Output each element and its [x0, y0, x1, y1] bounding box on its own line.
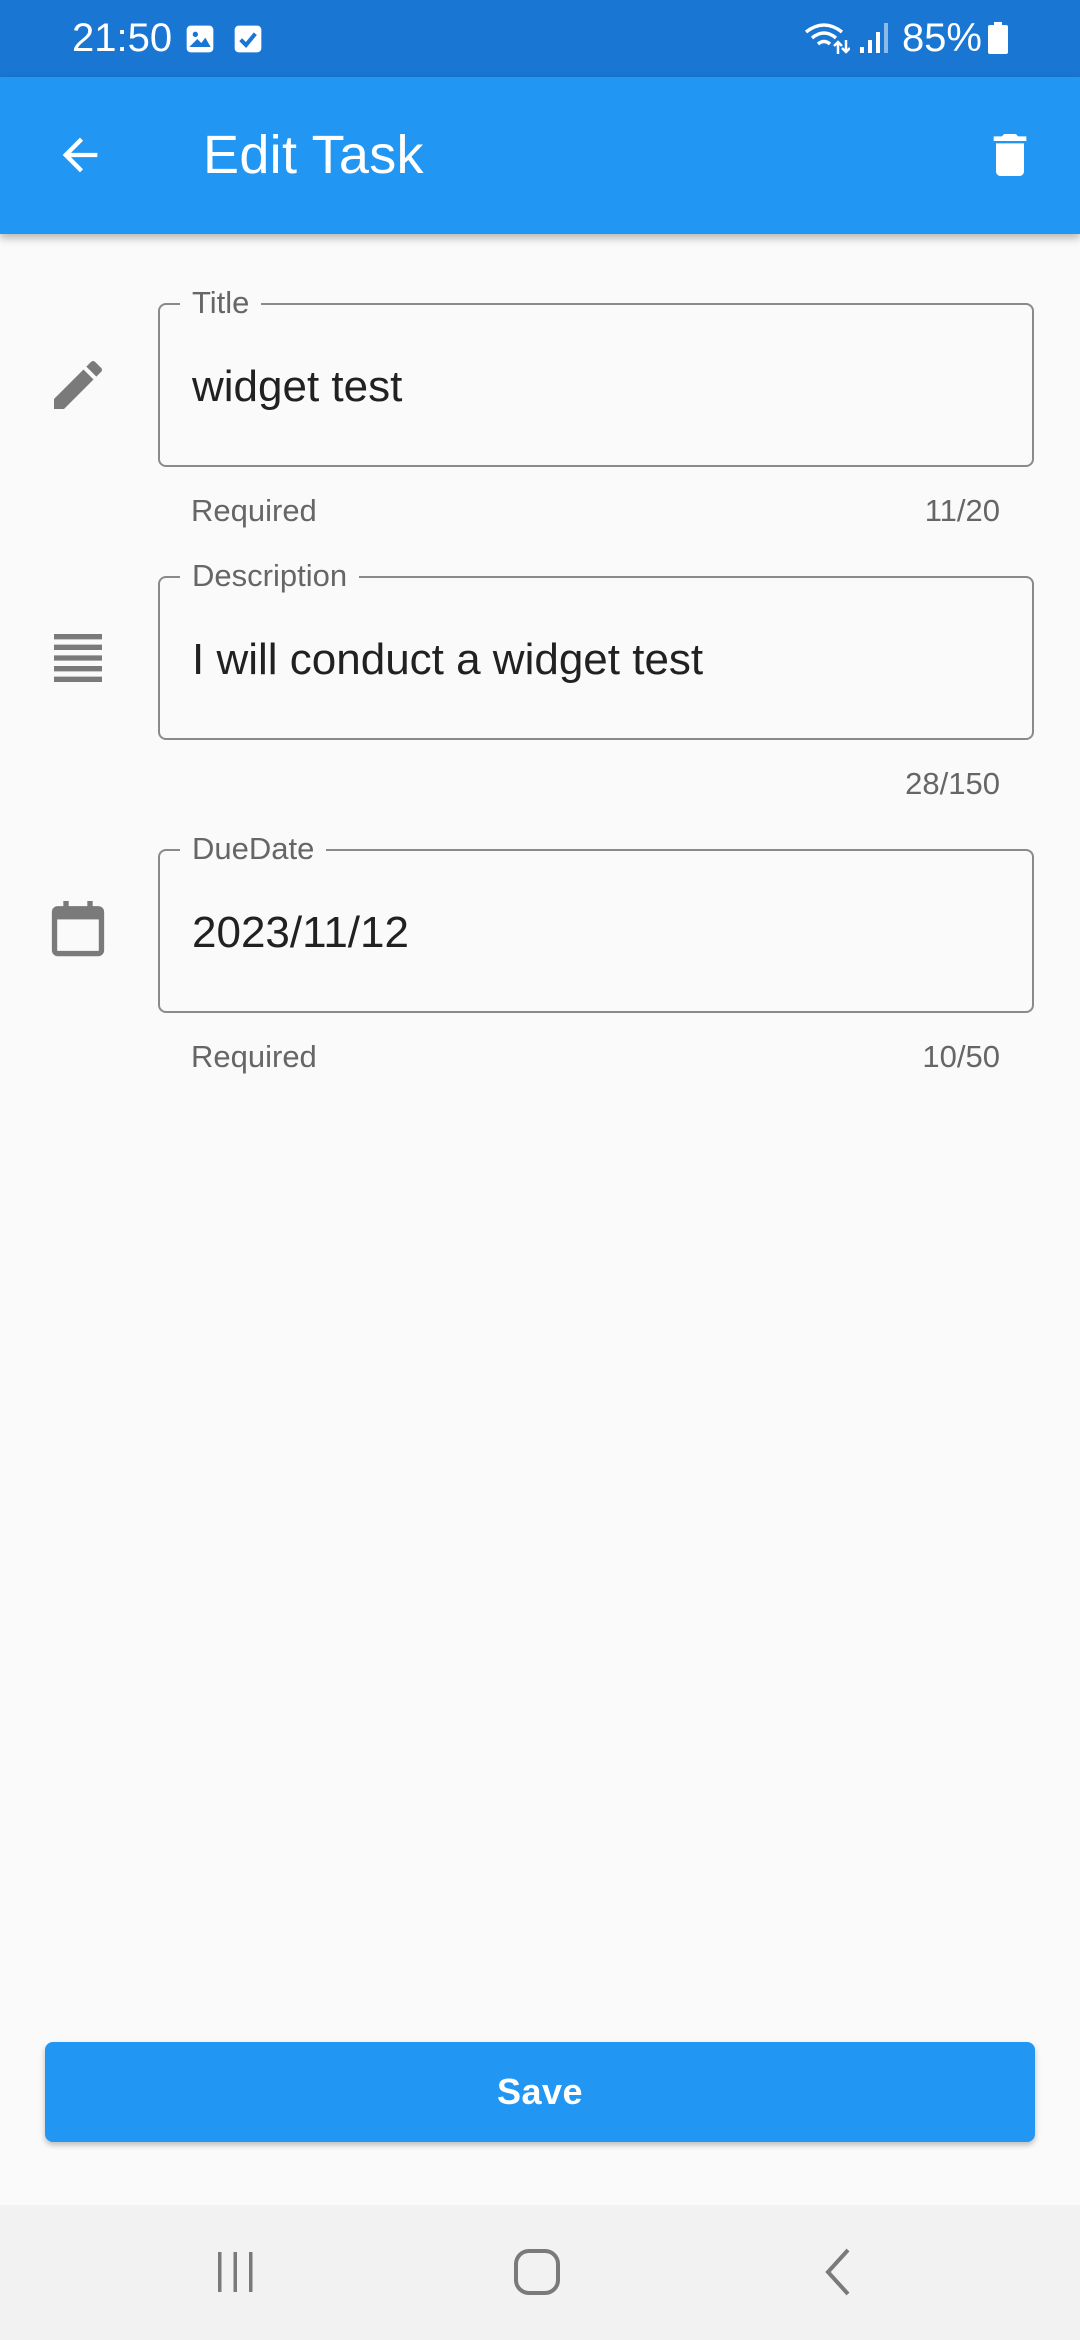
recent-apps-icon [218, 2252, 253, 2292]
due-date-helper-text: Required [191, 1039, 317, 1074]
title-label: Title [180, 285, 262, 321]
battery-percentage: 85% [901, 16, 982, 60]
description-char-counter: 28/150 [905, 766, 1000, 801]
status-bar: 21:50 85% [0, 0, 1080, 77]
nav-back-button[interactable] [800, 2240, 880, 2304]
due-date-field-row: DueDate 2023/11/12 Required 10/50 [0, 831, 1080, 1109]
due-date-label: DueDate [180, 831, 327, 867]
recent-apps-button[interactable] [195, 2240, 275, 2304]
wifi-icon [804, 23, 850, 54]
due-date-input[interactable]: DueDate 2023/11/12 [158, 831, 1034, 1013]
notes-icon [54, 634, 102, 682]
title-field-row: Title widget test Required 11/20 [0, 285, 1080, 563]
signal-icon [859, 23, 888, 53]
due-date-char-counter: 10/50 [922, 1039, 1000, 1074]
pencil-icon [54, 360, 103, 409]
description-input[interactable]: Description I will conduct a widget test [158, 558, 1034, 740]
page-title: Edit Task [203, 125, 424, 185]
title-helper-text: Required [191, 493, 317, 528]
calendar-icon [51, 901, 105, 957]
title-value: widget test [192, 362, 403, 411]
title-char-counter: 11/20 [924, 493, 1000, 528]
system-nav-bar [0, 2205, 1080, 2340]
app-bar: Edit Task [0, 77, 1080, 234]
battery-icon [988, 22, 1008, 54]
image-icon [186, 25, 214, 53]
home-button[interactable] [497, 2240, 577, 2304]
save-button[interactable]: Save [45, 2042, 1035, 2142]
trash-icon [993, 134, 1027, 176]
back-button[interactable] [48, 117, 112, 193]
due-date-value: 2023/11/12 [192, 908, 409, 957]
back-icon [825, 2248, 850, 2296]
status-indicators: 85% [804, 16, 1008, 60]
home-icon [514, 2249, 560, 2295]
description-field-row: Description I will conduct a widget test… [0, 558, 1080, 836]
check-square-icon [234, 25, 262, 53]
arrow-back-icon [62, 137, 98, 173]
title-input[interactable]: Title widget test [158, 285, 1034, 467]
delete-button[interactable] [972, 117, 1048, 193]
description-value: I will conduct a widget test [192, 635, 704, 684]
description-label: Description [180, 558, 360, 594]
status-time: 21:50 [72, 16, 173, 60]
